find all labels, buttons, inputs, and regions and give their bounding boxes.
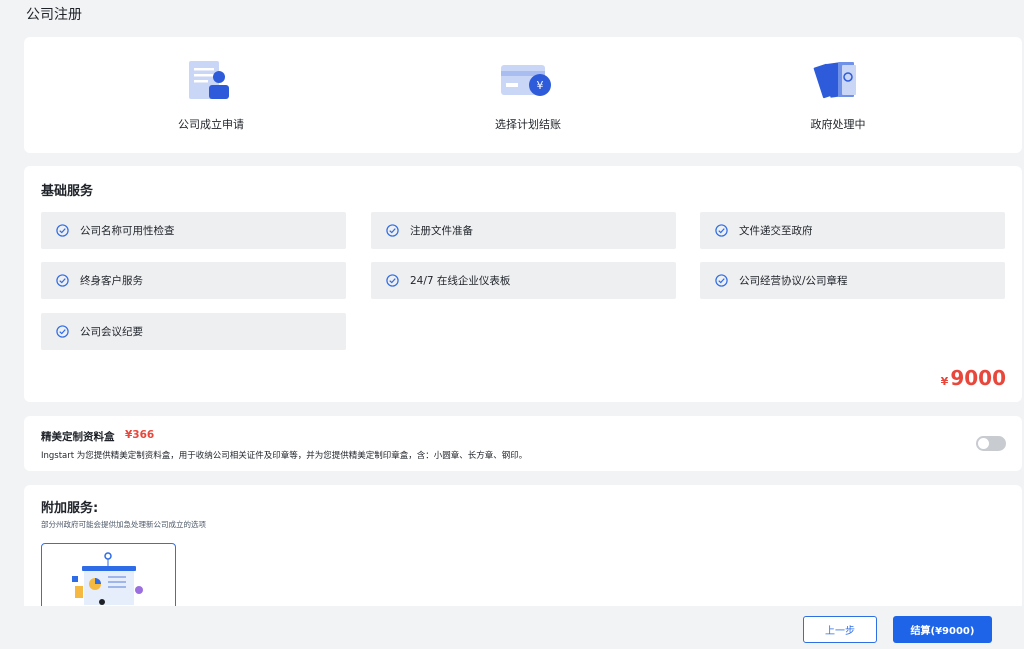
service-label: 公司会议纪要 [80, 326, 143, 338]
service-label: 文件递交至政府 [739, 225, 813, 237]
section-title: 附加服务: [41, 501, 99, 516]
step-label: 政府处理中 [810, 118, 866, 131]
application-form-icon [189, 61, 229, 99]
service-item: 终身客户服务 [41, 262, 346, 299]
service-item: 注册文件准备 [371, 212, 676, 249]
service-label: 终身客户服务 [80, 275, 143, 287]
step-label: 公司成立申请 [178, 118, 244, 131]
check-circle-icon [56, 274, 69, 287]
expedite-option-card[interactable] [41, 543, 176, 615]
addon-price: ¥366 [125, 429, 155, 441]
check-circle-icon [715, 224, 728, 237]
check-circle-icon [386, 274, 399, 287]
basic-price: ¥9000 [941, 366, 1006, 390]
service-label: 公司名称可用性检查 [80, 225, 175, 237]
price-value: 9000 [950, 366, 1006, 390]
service-label: 24/7 在线企业仪表板 [410, 275, 511, 287]
service-item: 公司经营协议/公司章程 [700, 262, 1005, 299]
service-item: 公司名称可用性检查 [41, 212, 346, 249]
check-circle-icon [715, 274, 728, 287]
step-processing: 政府处理中 [708, 37, 968, 153]
service-item: 公司会议纪要 [41, 313, 346, 350]
previous-button[interactable]: 上一步 [803, 616, 877, 643]
addon-title: 精美定制资料盒 [41, 431, 115, 443]
check-circle-icon [56, 325, 69, 338]
additional-services-card: 附加服务: 部分州政府可能会提供加急处理新公司成立的选项 [24, 485, 1022, 615]
service-item: 文件递交至政府 [700, 212, 1005, 249]
footer-bar: 上一步 结算(¥9000) [0, 606, 1024, 649]
service-label: 公司经营协议/公司章程 [739, 275, 848, 287]
steps-card: 公司成立申请 ¥ 选择计划结账 政府处理中 [24, 37, 1022, 153]
step-application: 公司成立申请 [81, 37, 341, 153]
section-subtitle: 部分州政府可能会提供加急处理新公司成立的选项 [41, 520, 206, 529]
addon-toggle[interactable] [976, 436, 1006, 451]
basic-services-card: 基础服务 公司名称可用性检查 注册文件准备 文件递交至政府 终身客户服务 24/… [24, 166, 1022, 402]
documents-processing-icon [813, 62, 856, 99]
service-label: 注册文件准备 [410, 225, 473, 237]
check-circle-icon [386, 224, 399, 237]
addon-description: Ingstart 为您提供精美定制资料盒，用于收纳公司相关证件及印章等，并为您提… [41, 451, 528, 461]
page-title: 公司注册 [26, 7, 82, 23]
checkout-button[interactable]: 结算(¥9000) [893, 616, 992, 643]
box-addon-card: 精美定制资料盒 ¥366 Ingstart 为您提供精美定制资料盒，用于收纳公司… [24, 416, 1022, 471]
check-circle-icon [56, 224, 69, 237]
step-label: 选择计划结账 [495, 118, 561, 131]
svg-text:¥: ¥ [537, 79, 544, 92]
payment-card-icon: ¥ [501, 65, 551, 96]
service-item: 24/7 在线企业仪表板 [371, 262, 676, 299]
section-title: 基础服务 [41, 184, 94, 199]
toggle-knob [978, 438, 989, 449]
step-checkout: ¥ 选择计划结账 [398, 37, 658, 153]
price-currency: ¥ [940, 375, 949, 388]
expedite-illustration-icon [72, 552, 143, 605]
